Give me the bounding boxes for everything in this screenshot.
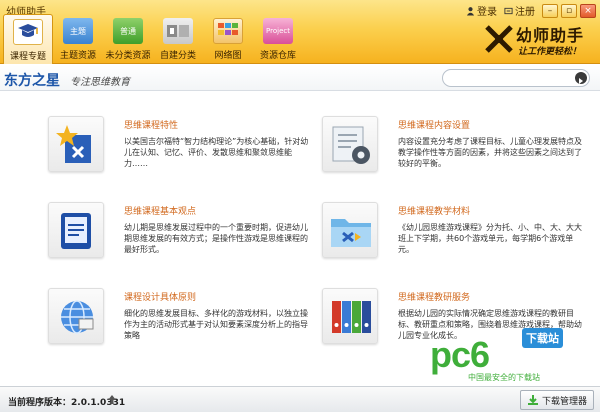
star-icon (56, 125, 91, 163)
login-link[interactable]: 登录 (466, 3, 497, 18)
download-icon (527, 395, 538, 405)
card-course-features[interactable]: 思维课程特性 以美国吉尔福特“智力结构理论”为核心基础，针对幼儿在认知、记忆、评… (48, 116, 318, 202)
login-label: 登录 (477, 7, 497, 18)
close-button[interactable]: × (580, 3, 596, 18)
register-link[interactable]: 注册 (504, 3, 535, 18)
main-nav-tabs: 课程专题 主题 主题资源 普通 未分类资源 自建分类 网络图 Project 资… (3, 14, 303, 64)
sub-header: 东方之星 专注思维教育 (0, 65, 600, 91)
card-design-principles[interactable]: 课程设计具体原则 细化的思维发展目标、多样化的游戏材料，以独立操作为主的活动形式… (48, 288, 318, 374)
folder-icon (331, 219, 371, 247)
watermark-badge: 下载站 (522, 328, 563, 348)
tab-custom-category[interactable]: 自建分类 (153, 14, 203, 62)
warehouse-badge: Project (266, 27, 290, 35)
card-thumbnail (322, 202, 378, 258)
logo-mark-icon (485, 25, 513, 53)
card-title[interactable]: 思维课程教学材料 (398, 204, 470, 217)
card-description: 《幼儿园思维游戏课程》分为托、小、中、大、大大班上下学期，共60个游戏单元，每学… (398, 223, 582, 254)
tab-resource-warehouse[interactable]: Project 资源仓库 (253, 14, 303, 62)
card-course-content[interactable]: 思维课程内容设置 内容设置充分考虑了课程目标、儿童心理发展特点及教学操作性等方面… (322, 116, 592, 202)
tab-label: 主题资源 (59, 51, 96, 61)
tab-uncategorized-resource[interactable]: 普通 未分类资源 (103, 14, 153, 62)
tab-label: 未分类资源 (105, 51, 151, 61)
card-description: 内容设置充分考虑了课程目标、儿童心理发展特点及教学操作性等方面的因素，并将这些因… (398, 137, 582, 168)
custom-category-icon (163, 18, 193, 44)
book-icon (61, 213, 91, 249)
version-label: 当前程序版本： (8, 398, 72, 408)
tab-label: 课程专题 (9, 52, 46, 62)
card-description: 幼儿期是思维发展过程中的一个重要时期，促进幼儿期思维发展的有效方式；是操作性游戏… (124, 223, 308, 254)
logo-title: 幼师助手 (516, 26, 585, 45)
uncategorized-badge: 普通 (120, 26, 136, 36)
register-icon (504, 7, 513, 14)
card-course-materials[interactable]: 思维课程教学材料 《幼儿园思维游戏课程》分为托、小、中、大、大大班上下学期，共6… (322, 202, 592, 288)
search-button[interactable] (575, 72, 587, 84)
tab-label: 自建分类 (159, 51, 196, 61)
card-thumbnail (48, 202, 104, 258)
theme-badge: 主题 (70, 26, 86, 36)
register-label: 注册 (515, 7, 535, 18)
card-description: 以美国吉尔福特“智力结构理论”为核心基础，针对幼儿在认知、记忆、评价、发散思维和… (124, 137, 309, 168)
resource-warehouse-icon: Project (263, 18, 293, 44)
tab-label: 网络图 (214, 51, 242, 61)
arrow-right-icon (579, 78, 583, 84)
top-toolbar: 幼师助手 登录 注册 – ▫ × 课程专题 主题 主题资源 普通 未分类资源 自… (0, 0, 600, 64)
app-logo: 幼师助手 让工作更轻松！ (484, 18, 592, 60)
status-bar: 当前程序版本：2.0.1.0331 下载管理器 (0, 386, 600, 412)
card-thumbnail (322, 288, 378, 344)
uncategorized-resource-icon: 普通 (113, 18, 143, 44)
card-description: 细化的思维发展目标、多样化的游戏材料，以独立操作为主的活动形式基于对认知要素深度… (124, 309, 308, 340)
upload-arrow-icon[interactable] (107, 394, 117, 405)
theme-resource-icon: 主题 (63, 18, 93, 44)
card-course-basics[interactable]: 思维课程基本观点 幼儿期是思维发展过程中的一个重要时期，促进幼儿期思维发展的有效… (48, 202, 318, 288)
tab-theme-resource[interactable]: 主题 主题资源 (53, 14, 103, 62)
user-icon (466, 6, 475, 15)
search-input[interactable] (449, 74, 569, 91)
download-manager-button[interactable]: 下载管理器 (520, 390, 594, 410)
globe-icon (61, 300, 94, 334)
course-topic-icon (13, 19, 43, 45)
brand-slogan: 专注思维教育 (70, 77, 130, 88)
card-title[interactable]: 课程设计具体原则 (124, 290, 196, 303)
brand-name: 东方之星 (4, 73, 60, 89)
search-box (442, 69, 590, 91)
card-thumbnail (48, 288, 104, 344)
card-title[interactable]: 思维课程特性 (124, 118, 178, 131)
tab-course-topic[interactable]: 课程专题 (3, 14, 53, 64)
minimize-button[interactable]: – (542, 3, 558, 18)
pc6-watermark: pc6 下载站 中国最安全的下载站 (430, 326, 600, 386)
tab-network-image[interactable]: 网络图 (203, 14, 253, 62)
download-manager-label: 下载管理器 (541, 396, 587, 407)
logo-subtitle: 让工作更轻松！ (518, 47, 582, 57)
network-image-icon (213, 18, 243, 44)
maximize-button[interactable]: ▫ (561, 3, 577, 18)
card-thumbnail (48, 116, 104, 172)
card-title[interactable]: 思维课程内容设置 (398, 118, 470, 131)
window-controls: 登录 注册 – ▫ × (466, 3, 596, 18)
watermark-logo: pc6 (430, 334, 490, 375)
card-title[interactable]: 思维课程教研服务 (398, 290, 470, 303)
tab-label: 资源仓库 (259, 51, 296, 61)
watermark-slogan: 中国最安全的下载站 (468, 373, 540, 382)
card-title[interactable]: 思维课程基本观点 (124, 204, 196, 217)
gear-icon (332, 126, 370, 164)
card-thumbnail (322, 116, 378, 172)
binders-icon (332, 301, 371, 333)
